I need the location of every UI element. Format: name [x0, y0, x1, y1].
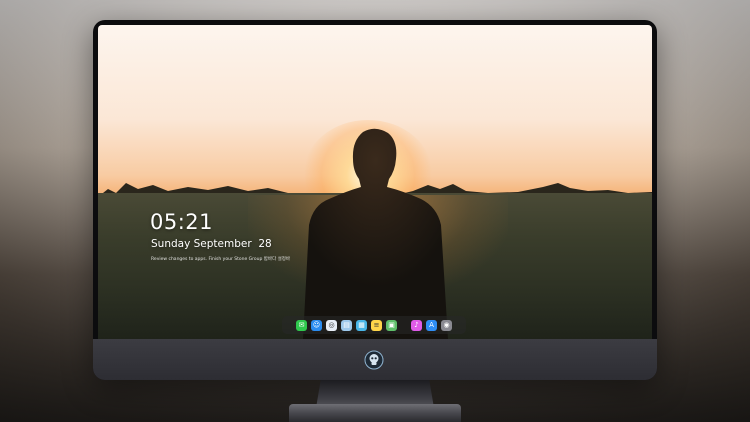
safari-icon[interactable]: ◎ [326, 319, 337, 331]
skull-logo-icon [364, 350, 384, 370]
finder-icon[interactable]: ☺ [311, 319, 322, 331]
messages-icon[interactable]: ✉ [296, 319, 307, 331]
photos-icon[interactable]: ▣ [386, 319, 397, 331]
lockscreen-clock: 05:21 [150, 210, 214, 234]
camera-icon[interactable]: ◉ [441, 319, 452, 331]
notes-icon[interactable]: ≡ [371, 319, 382, 331]
notes-folder-icon[interactable]: ▤ [341, 319, 352, 331]
lockscreen-notification[interactable]: Review changes to apps. Finish your Ston… [151, 256, 290, 262]
lockscreen-date: Sunday September 28 [151, 238, 272, 250]
dock: ✉ ☺ ◎ ▤ ▦ ≡ ▣ ♪ A ◉ [282, 316, 466, 334]
desktop-scene: { "lockscreen": { "time": "05:21", "date… [0, 0, 750, 422]
clapper-icon[interactable]: ▦ [356, 319, 367, 331]
music-icon[interactable]: ♪ [411, 319, 422, 331]
monitor-screen[interactable]: 05:21 Sunday September 28 Review changes… [98, 25, 652, 339]
app-store-icon[interactable]: A [426, 319, 437, 331]
wallpaper-person-silhouette [303, 128, 448, 339]
monitor-stand-base [289, 404, 461, 422]
